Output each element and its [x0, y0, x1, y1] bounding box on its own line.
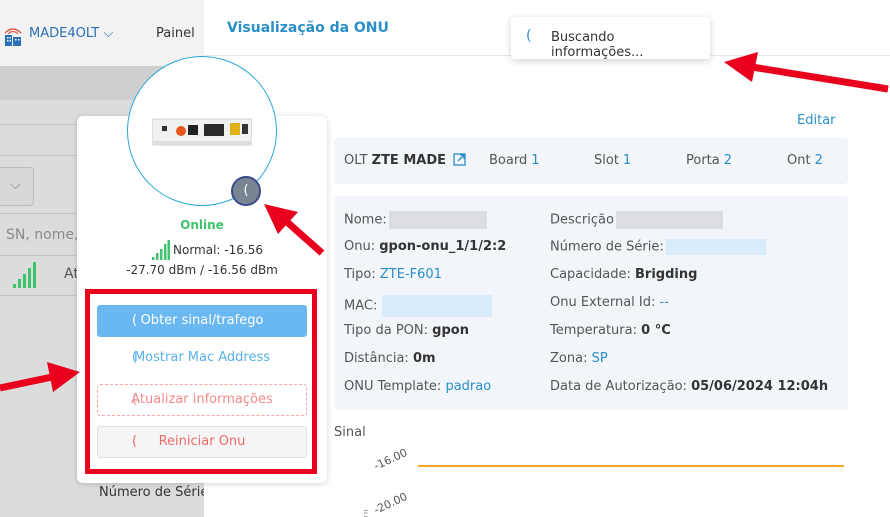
signal-bars-icon [152, 240, 170, 260]
search-input[interactable]: SN, nome, [6, 227, 78, 243]
nav-painel[interactable]: Painel [156, 26, 195, 41]
button-label: Reiniciar Onu [158, 434, 246, 449]
chevron-down-icon: ⌵ [10, 177, 21, 193]
sinal-chart-title: Sinal [334, 425, 366, 440]
descricao-label: Descrição [550, 212, 614, 228]
ont-value: 2 [814, 153, 823, 168]
button-label: Obter sinal/trafego [140, 313, 264, 328]
onu-value: gpon-onu_1/1/2:2 [379, 239, 507, 254]
loading-spinner-icon: ( [526, 28, 532, 44]
loading-toast: ( Buscando informações... [511, 17, 710, 60]
mac-label: MAC: [344, 298, 378, 314]
onu-row: Onu: gpon-onu_1/1/2:2 [344, 239, 506, 254]
status-badge: Online [180, 218, 224, 232]
loading-spinner-icon: ( [132, 392, 138, 407]
capacidade-value: Brigding [635, 267, 698, 282]
olt-label: OLT [344, 153, 368, 168]
redacted-value [665, 239, 766, 255]
porta-field: Porta 2 [686, 153, 732, 168]
olt-field: OLT ZTE MADE [344, 153, 466, 168]
slot-field: Slot 1 [594, 153, 631, 168]
brand-name: MADE4OLT [29, 26, 100, 41]
signal-status-text: Normal: -16.56 [173, 243, 263, 257]
board-label: Board [489, 153, 528, 168]
zona-value: SP [591, 351, 608, 366]
loading-spinner-icon: ( [132, 434, 138, 449]
obter-sinal-button[interactable]: ( Obter sinal/trafego [97, 305, 307, 337]
loading-spinner-icon: ( [132, 313, 138, 328]
external-id-value: -- [659, 295, 669, 310]
data-autorizacao-value: 05/06/2024 12:04h [691, 379, 829, 394]
porta-label: Porta [686, 153, 720, 168]
capacidade-row: Capacidade: Brigding [550, 267, 697, 282]
tipo-pon-row: Tipo da PON: gpon [344, 323, 469, 338]
data-autorizacao-row: Data de Autorização: 05/06/2024 12:04h [550, 379, 828, 394]
board-field: Board 1 [489, 153, 540, 168]
edit-link[interactable]: Editar [797, 113, 836, 128]
onu-label: Onu: [344, 239, 376, 254]
tipo-pon-value: gpon [432, 323, 469, 338]
loading-spinner-icon: ( [231, 176, 261, 206]
top-navbar: MADE4OLT ⌵ Painel [0, 0, 204, 66]
board-value: 1 [531, 153, 540, 168]
loading-spinner-icon: ( [132, 350, 138, 365]
external-id-label: Onu External Id: [550, 295, 656, 310]
column-header: Número de Série [99, 485, 209, 500]
drawer-title: Visualização da ONU [227, 20, 389, 36]
button-label: Mostrar Mac Address [133, 350, 271, 365]
onu-info-box: Nome: Onu: gpon-onu_1/1/2:2 Tipo: ZTE-F6… [334, 196, 848, 410]
template-row: ONU Template: padrao [344, 379, 491, 394]
external-id-row: Onu External Id: -- [550, 295, 669, 310]
serie-label: Número de Série: [550, 239, 664, 255]
toast-message: Buscando informações... [551, 30, 644, 60]
template-value[interactable]: padrao [445, 379, 491, 394]
distancia-value: 0m [412, 351, 436, 366]
olt-value: ZTE MADE [371, 153, 447, 168]
temperatura-value: 0 °C [641, 323, 671, 338]
mac-row: MAC: [344, 295, 493, 317]
signal-dbm-text: -27.70 dBm / -16.56 dBm [126, 263, 278, 277]
reiniciar-onu-button[interactable]: ( Reiniciar Onu [97, 426, 307, 458]
nome-row: Nome: [344, 211, 487, 229]
zona-row: Zona: SP [550, 351, 608, 366]
descricao-row: Descrição [550, 211, 723, 229]
tipo-value[interactable]: ZTE-F601 [380, 267, 442, 282]
redacted-value [615, 211, 723, 229]
redacted-value [382, 295, 493, 317]
building-logo-icon [4, 28, 22, 46]
olt-summary-bar: OLT ZTE MADE Board 1 Slot 1 Porta 2 Ont 2 [334, 138, 848, 184]
porta-value: 2 [723, 153, 733, 168]
filter-select[interactable]: ⌵ [0, 167, 34, 206]
onu-device-icon [152, 118, 252, 146]
serie-row: Número de Série: [550, 239, 766, 255]
tipo-row: Tipo: ZTE-F601 [344, 267, 442, 282]
slot-label: Slot [594, 153, 619, 168]
ont-label: Ont [787, 153, 811, 168]
atualizar-informacoes-button[interactable]: ( Atualizar informações [97, 384, 307, 416]
redacted-value [388, 211, 487, 229]
chart-tick-label: -20.00 [372, 490, 410, 517]
signal-bars-icon [13, 262, 36, 288]
button-label: Atualizar informações [131, 392, 273, 407]
temperatura-row: Temperatura: 0 °C [550, 323, 671, 338]
ont-field: Ont 2 [787, 153, 823, 168]
data-autorizacao-label: Data de Autorização: [550, 379, 687, 394]
zona-label: Zona: [550, 351, 588, 366]
distancia-row: Distância: 0m [344, 351, 436, 366]
nome-label: Nome: [344, 212, 387, 228]
signal-chart: -16.00 -20.00 E [364, 446, 844, 517]
external-link-icon[interactable] [453, 153, 466, 166]
distancia-label: Distância: [344, 351, 409, 366]
brand-menu[interactable]: MADE4OLT ⌵ [29, 26, 113, 41]
capacidade-label: Capacidade: [550, 267, 631, 282]
tipo-label: Tipo: [344, 267, 376, 282]
temperatura-label: Temperatura: [550, 323, 637, 338]
slot-value: 1 [622, 153, 632, 168]
chevron-down-icon: ⌵ [103, 26, 114, 41]
template-label: ONU Template: [344, 379, 442, 394]
mostrar-mac-button[interactable]: ( Mostrar Mac Address [97, 342, 307, 374]
chart-axis-stub: E [364, 509, 368, 517]
chart-tick-label: -16.00 [372, 446, 410, 473]
tipo-pon-label: Tipo da PON: [344, 323, 429, 338]
